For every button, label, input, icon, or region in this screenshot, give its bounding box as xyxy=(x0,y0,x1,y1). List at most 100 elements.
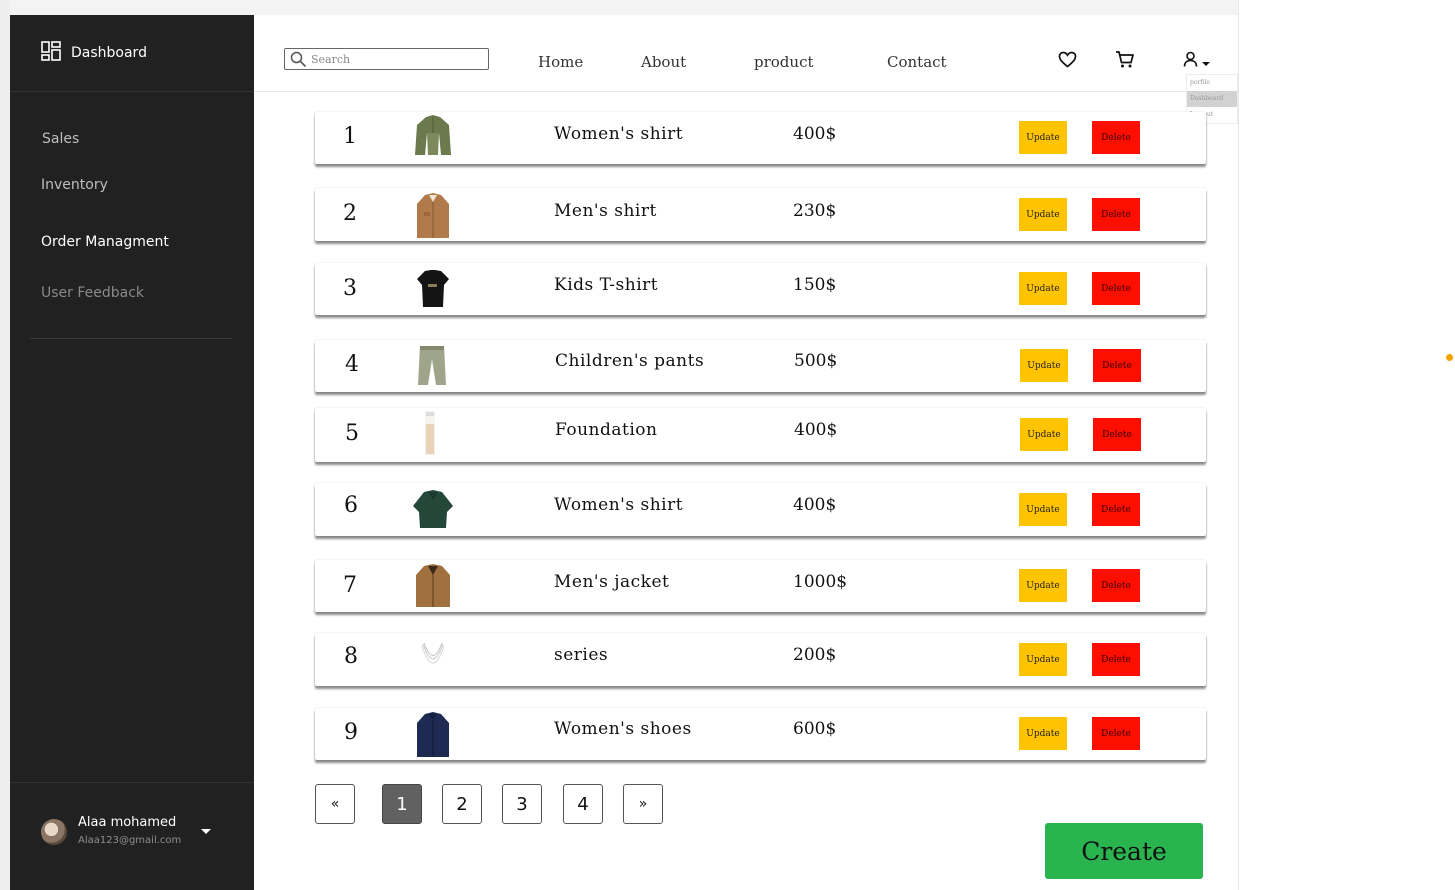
user-name: Alaa mohamed xyxy=(78,815,177,830)
update-button[interactable]: Update xyxy=(1019,198,1067,231)
delete-button[interactable]: Delete xyxy=(1092,272,1140,305)
update-button[interactable]: Update xyxy=(1019,717,1067,750)
product-price: 400$ xyxy=(793,495,837,515)
product-image-green-pants xyxy=(411,343,455,389)
sidebar-item-user-feedback[interactable]: User Feedback xyxy=(41,285,144,301)
row-number: 7 xyxy=(343,573,357,598)
sidebar-item-order-management[interactable]: Order Managment xyxy=(41,234,169,250)
delete-button[interactable]: Delete xyxy=(1092,643,1140,676)
pagination-page-4[interactable]: 4 xyxy=(563,784,603,824)
nav-link-home[interactable]: Home xyxy=(538,53,583,71)
product-price: 1000$ xyxy=(793,572,848,592)
delete-button[interactable]: Delete xyxy=(1093,349,1141,382)
search-box xyxy=(284,48,489,70)
product-image-olive-shirt xyxy=(411,113,455,159)
product-image-black-tshirt xyxy=(411,267,455,313)
top-navbar: Home About product Contact xyxy=(254,15,1238,92)
sidebar-item-inventory[interactable]: Inventory xyxy=(41,177,108,193)
menu-item-dashboard[interactable]: Dashboard xyxy=(1187,91,1237,107)
row-number: 8 xyxy=(344,644,358,669)
row-number: 3 xyxy=(343,276,357,301)
row-number: 9 xyxy=(344,720,358,745)
delete-button[interactable]: Delete xyxy=(1092,121,1140,154)
table-row: 4 Children's pants 500$ Update Delete xyxy=(315,340,1206,392)
app-canvas: Dashboard Sales Inventory Order Managmen… xyxy=(0,0,1455,890)
delete-button[interactable]: Delete xyxy=(1092,717,1140,750)
create-button[interactable]: Create xyxy=(1045,823,1203,879)
heart-icon[interactable] xyxy=(1058,51,1077,73)
row-number: 5 xyxy=(345,421,359,446)
pagination-next-button[interactable]: » xyxy=(623,784,663,824)
nav-link-product[interactable]: product xyxy=(754,53,814,71)
product-image-brown-jacket xyxy=(411,563,455,609)
product-name: Women's shirt xyxy=(554,495,684,515)
window-left-edge xyxy=(0,0,10,890)
table-row: 3 Kids T-shirt 150$ Update Delete xyxy=(315,263,1206,315)
table-row: 8 series 200$ Update Delete xyxy=(315,633,1206,686)
row-number: 4 xyxy=(345,352,359,377)
avatar[interactable] xyxy=(41,819,67,845)
product-image-navy-shirt xyxy=(411,711,455,757)
row-number: 2 xyxy=(343,201,357,226)
product-price: 400$ xyxy=(794,420,838,440)
product-name: Women's shirt xyxy=(554,124,684,144)
delete-button[interactable]: Delete xyxy=(1092,493,1140,526)
delete-button[interactable]: Delete xyxy=(1093,418,1141,451)
product-price: 150$ xyxy=(793,275,837,295)
update-button[interactable]: Update xyxy=(1019,272,1067,305)
sidebar-header[interactable]: Dashboard xyxy=(10,15,254,92)
update-button[interactable]: Update xyxy=(1019,643,1067,676)
product-price: 500$ xyxy=(794,351,838,371)
product-name: Foundation xyxy=(555,420,658,440)
table-row: 7 Men's jacket 1000$ Update Delete xyxy=(315,560,1206,612)
pagination-page-1[interactable]: 1 xyxy=(382,784,422,824)
pagination-page-2[interactable]: 2 xyxy=(442,784,482,824)
dashboard-icon xyxy=(41,40,61,66)
delete-button[interactable]: Delete xyxy=(1092,198,1140,231)
sidebar: Dashboard Sales Inventory Order Managmen… xyxy=(10,15,254,890)
menu-item-profile[interactable]: porfile xyxy=(1187,75,1237,91)
user-email: Alaa123@gmail.com xyxy=(78,835,182,846)
nav-link-about[interactable]: About xyxy=(641,53,686,71)
pagination-page-3[interactable]: 3 xyxy=(502,784,542,824)
product-image-green-shirt xyxy=(411,488,455,534)
sidebar-divider xyxy=(30,338,232,339)
browser-top-strip xyxy=(0,0,1238,15)
product-price: 230$ xyxy=(793,201,837,221)
product-price: 200$ xyxy=(793,645,837,665)
update-button[interactable]: Update xyxy=(1020,418,1068,451)
search-icon xyxy=(290,51,307,68)
chevron-down-icon[interactable] xyxy=(201,829,211,834)
product-image-tan-shirt xyxy=(411,192,455,238)
orange-indicator-dot xyxy=(1446,354,1453,361)
window-right-edge xyxy=(1238,0,1239,890)
row-number: 1 xyxy=(343,124,357,149)
update-button[interactable]: Update xyxy=(1019,493,1067,526)
product-name: Men's jacket xyxy=(554,572,670,592)
table-row: 2 Men's shirt 230$ Update Delete xyxy=(315,188,1206,241)
table-row: 9 Women's shoes 600$ Update Delete xyxy=(315,708,1206,760)
table-row: 5 Foundation 400$ Update Delete xyxy=(315,408,1206,462)
search-input[interactable] xyxy=(311,51,481,67)
product-name: series xyxy=(554,645,609,665)
table-row: 1 Women's shirt 400$ Update Delete xyxy=(315,112,1206,164)
product-name: Children's pants xyxy=(555,351,705,371)
product-name: Kids T-shirt xyxy=(554,275,659,295)
nav-link-contact[interactable]: Contact xyxy=(887,53,947,71)
update-button[interactable]: Update xyxy=(1019,569,1067,602)
sidebar-title: Dashboard xyxy=(71,45,147,61)
update-button[interactable]: Update xyxy=(1019,121,1067,154)
product-price: 600$ xyxy=(793,719,837,739)
user-profile: Alaa mohamed Alaa123@gmail.com xyxy=(10,782,254,890)
update-button[interactable]: Update xyxy=(1020,349,1068,382)
sidebar-item-sales[interactable]: Sales xyxy=(42,131,79,147)
table-row: 6 Women's shirt 400$ Update Delete xyxy=(315,483,1206,536)
row-number: 6 xyxy=(344,493,358,518)
delete-button[interactable]: Delete xyxy=(1092,569,1140,602)
product-image-necklace xyxy=(411,636,455,682)
pagination-prev-button[interactable]: « xyxy=(315,784,355,824)
product-price: 400$ xyxy=(793,124,837,144)
cart-icon[interactable] xyxy=(1115,50,1135,74)
user-menu-icon[interactable] xyxy=(1183,51,1213,74)
product-name: Women's shoes xyxy=(554,719,692,739)
